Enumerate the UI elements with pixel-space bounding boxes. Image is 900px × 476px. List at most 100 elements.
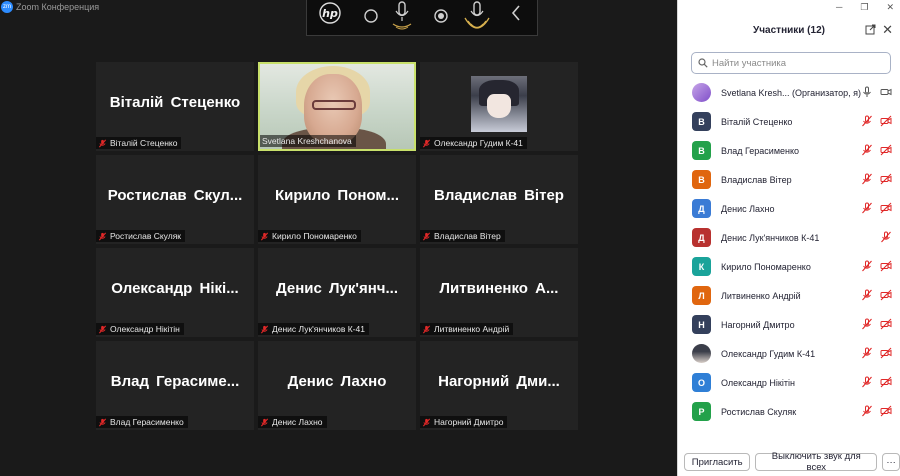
participant-row[interactable]: Олександр Гудим К-41 bbox=[678, 339, 900, 368]
participant-name: Владислав Вітер bbox=[721, 174, 792, 185]
video-tile-active-speaker[interactable]: Svetlana Kreshchanova bbox=[258, 62, 416, 151]
microphone-icon[interactable] bbox=[389, 0, 415, 32]
muted-mic-icon bbox=[422, 418, 431, 426]
participant-row[interactable]: Л Литвиненко Андрій bbox=[678, 281, 900, 310]
hp-audio-toolbar: hp bbox=[306, 0, 538, 36]
participant-status-icons bbox=[861, 173, 892, 185]
video-off-icon[interactable] bbox=[880, 115, 892, 127]
participant-status-icons bbox=[861, 289, 892, 301]
video-off-icon[interactable] bbox=[880, 318, 892, 330]
video-tile[interactable]: Кирило Поном... Кирило Пономаренко bbox=[258, 155, 416, 244]
close-panel-icon[interactable]: ✕ bbox=[882, 23, 893, 36]
search-input[interactable] bbox=[712, 57, 882, 69]
video-off-icon[interactable] bbox=[880, 376, 892, 388]
participant-row[interactable]: Н Нагорний Дмитро bbox=[678, 310, 900, 339]
svg-text:hp: hp bbox=[322, 7, 338, 20]
video-off-icon[interactable] bbox=[880, 202, 892, 214]
participant-row[interactable]: К Кирило Пономаренко bbox=[678, 252, 900, 281]
video-off-icon[interactable] bbox=[880, 289, 892, 301]
video-tile[interactable]: Віталій Стеценко Віталій Стеценко bbox=[96, 62, 254, 151]
tile-label: Ростислав Скуляк bbox=[96, 230, 186, 242]
video-tile[interactable]: Олександр Нікі... Олександр Нікітін bbox=[96, 248, 254, 337]
muted-mic-icon[interactable] bbox=[861, 260, 873, 272]
participants-list: Svetlana Kresh... (Организатор, я) В Вітал… bbox=[678, 78, 900, 426]
participant-row[interactable]: В Влад Герасименко bbox=[678, 136, 900, 165]
pop-out-icon[interactable] bbox=[865, 24, 876, 35]
participants-panel: ─ ❐ ✕ Участники (12) ✕ Svetlana Kresh...… bbox=[677, 0, 900, 476]
participant-name: Влад Герасименко bbox=[721, 145, 800, 156]
video-grid: Віталій Стеценко Віталій Стеценко Svetla… bbox=[0, 14, 677, 476]
maximize-icon[interactable]: ❐ bbox=[860, 2, 868, 13]
video-tile[interactable]: Нагорний Дми... Нагорний Дмитро bbox=[420, 341, 578, 430]
video-tile[interactable]: Литвиненко А... Литвиненко Андрій bbox=[420, 248, 578, 337]
avatar: В bbox=[692, 112, 711, 131]
video-tile[interactable]: Денис Лук'янч... Денис Лук'янчиков К-41 bbox=[258, 248, 416, 337]
video-tile[interactable]: Олександр Гудим К-41 bbox=[420, 62, 578, 151]
tile-name: Денис Лахно bbox=[287, 373, 387, 390]
invite-button[interactable]: Пригласить bbox=[684, 453, 751, 471]
chevron-left-icon[interactable] bbox=[509, 4, 523, 22]
muted-mic-icon bbox=[422, 139, 431, 147]
muted-mic-icon[interactable] bbox=[861, 376, 873, 388]
video-off-icon[interactable] bbox=[880, 347, 892, 359]
video-tile[interactable]: Денис Лахно Денис Лахно bbox=[258, 341, 416, 430]
tile-name: Ростислав Скул... bbox=[107, 187, 243, 204]
avatar bbox=[692, 83, 711, 102]
muted-mic-icon[interactable] bbox=[861, 144, 873, 156]
muted-mic-icon[interactable] bbox=[861, 347, 873, 359]
circle-icon[interactable] bbox=[363, 8, 379, 24]
video-off-icon[interactable] bbox=[880, 405, 892, 417]
more-options-button[interactable]: ··· bbox=[882, 453, 900, 471]
video-off-icon[interactable] bbox=[880, 173, 892, 185]
avatar: Л bbox=[692, 286, 711, 305]
window-title: Zoom Конференция bbox=[16, 2, 100, 12]
muted-mic-icon bbox=[260, 325, 269, 333]
participant-row[interactable]: В Владислав Вітер bbox=[678, 165, 900, 194]
camera-person-glasses bbox=[312, 100, 356, 110]
tile-name: Кирило Поном... bbox=[275, 187, 399, 204]
muted-mic-icon[interactable] bbox=[861, 115, 873, 127]
video-camera-icon[interactable] bbox=[880, 86, 892, 98]
muted-mic-icon[interactable] bbox=[880, 231, 892, 243]
avatar: Р bbox=[692, 402, 711, 421]
participant-row[interactable]: В Віталій Стеценко bbox=[678, 107, 900, 136]
participant-status-icons bbox=[880, 231, 892, 243]
participant-row[interactable]: Д Денис Лук'янчиков К-41 bbox=[678, 223, 900, 252]
minimize-icon[interactable]: ─ bbox=[836, 2, 842, 12]
tile-label: Кирило Пономаренко bbox=[258, 230, 361, 242]
participant-name: Денис Лахно bbox=[721, 203, 775, 214]
participant-name: Віталій Стеценко bbox=[721, 116, 793, 127]
tile-label: Олександр Гудим К-41 bbox=[420, 137, 527, 149]
participant-row[interactable]: Д Денис Лахно bbox=[678, 194, 900, 223]
muted-mic-icon bbox=[98, 325, 107, 333]
participant-name: Ростислав Скуляк bbox=[721, 406, 797, 417]
muted-mic-icon[interactable] bbox=[861, 318, 873, 330]
avatar bbox=[692, 344, 711, 363]
video-off-icon[interactable] bbox=[880, 260, 892, 272]
video-off-icon[interactable] bbox=[880, 144, 892, 156]
tile-name: Владислав Вітер bbox=[434, 187, 564, 204]
record-icon[interactable] bbox=[433, 8, 449, 24]
muted-mic-icon[interactable] bbox=[861, 289, 873, 301]
participant-status-icons bbox=[861, 376, 892, 388]
video-tile[interactable]: Ростислав Скул... Ростислав Скуляк bbox=[96, 155, 254, 244]
participant-row[interactable]: Р Ростислав Скуляк bbox=[678, 397, 900, 426]
tile-label: Svetlana Kreshchanova bbox=[260, 135, 356, 147]
muted-mic-icon[interactable] bbox=[861, 202, 873, 214]
microphone-active-icon[interactable] bbox=[462, 0, 492, 34]
participant-name: Svetlana Kresh... (Организатор, я) bbox=[721, 87, 861, 98]
muted-mic-icon[interactable] bbox=[861, 173, 873, 185]
muted-mic-icon bbox=[422, 232, 431, 240]
participant-row[interactable]: О Олександр Нікітін bbox=[678, 368, 900, 397]
tile-name: Віталій Стеценко bbox=[109, 94, 241, 111]
video-tile[interactable]: Влад Герасиме... Влад Герасименко bbox=[96, 341, 254, 430]
muted-mic-icon[interactable] bbox=[861, 405, 873, 417]
close-window-icon[interactable]: ✕ bbox=[886, 2, 894, 13]
microphone-icon[interactable] bbox=[861, 86, 873, 98]
mute-all-button[interactable]: Выключить звук для всех bbox=[755, 451, 878, 473]
tile-name: Литвиненко А... bbox=[439, 280, 559, 297]
video-tile[interactable]: Владислав Вітер Владислав Вітер bbox=[420, 155, 578, 244]
participant-search[interactable] bbox=[691, 52, 891, 74]
participant-row[interactable]: Svetlana Kresh... (Организатор, я) bbox=[678, 78, 900, 107]
participant-name: Нагорний Дмитро bbox=[721, 319, 795, 330]
